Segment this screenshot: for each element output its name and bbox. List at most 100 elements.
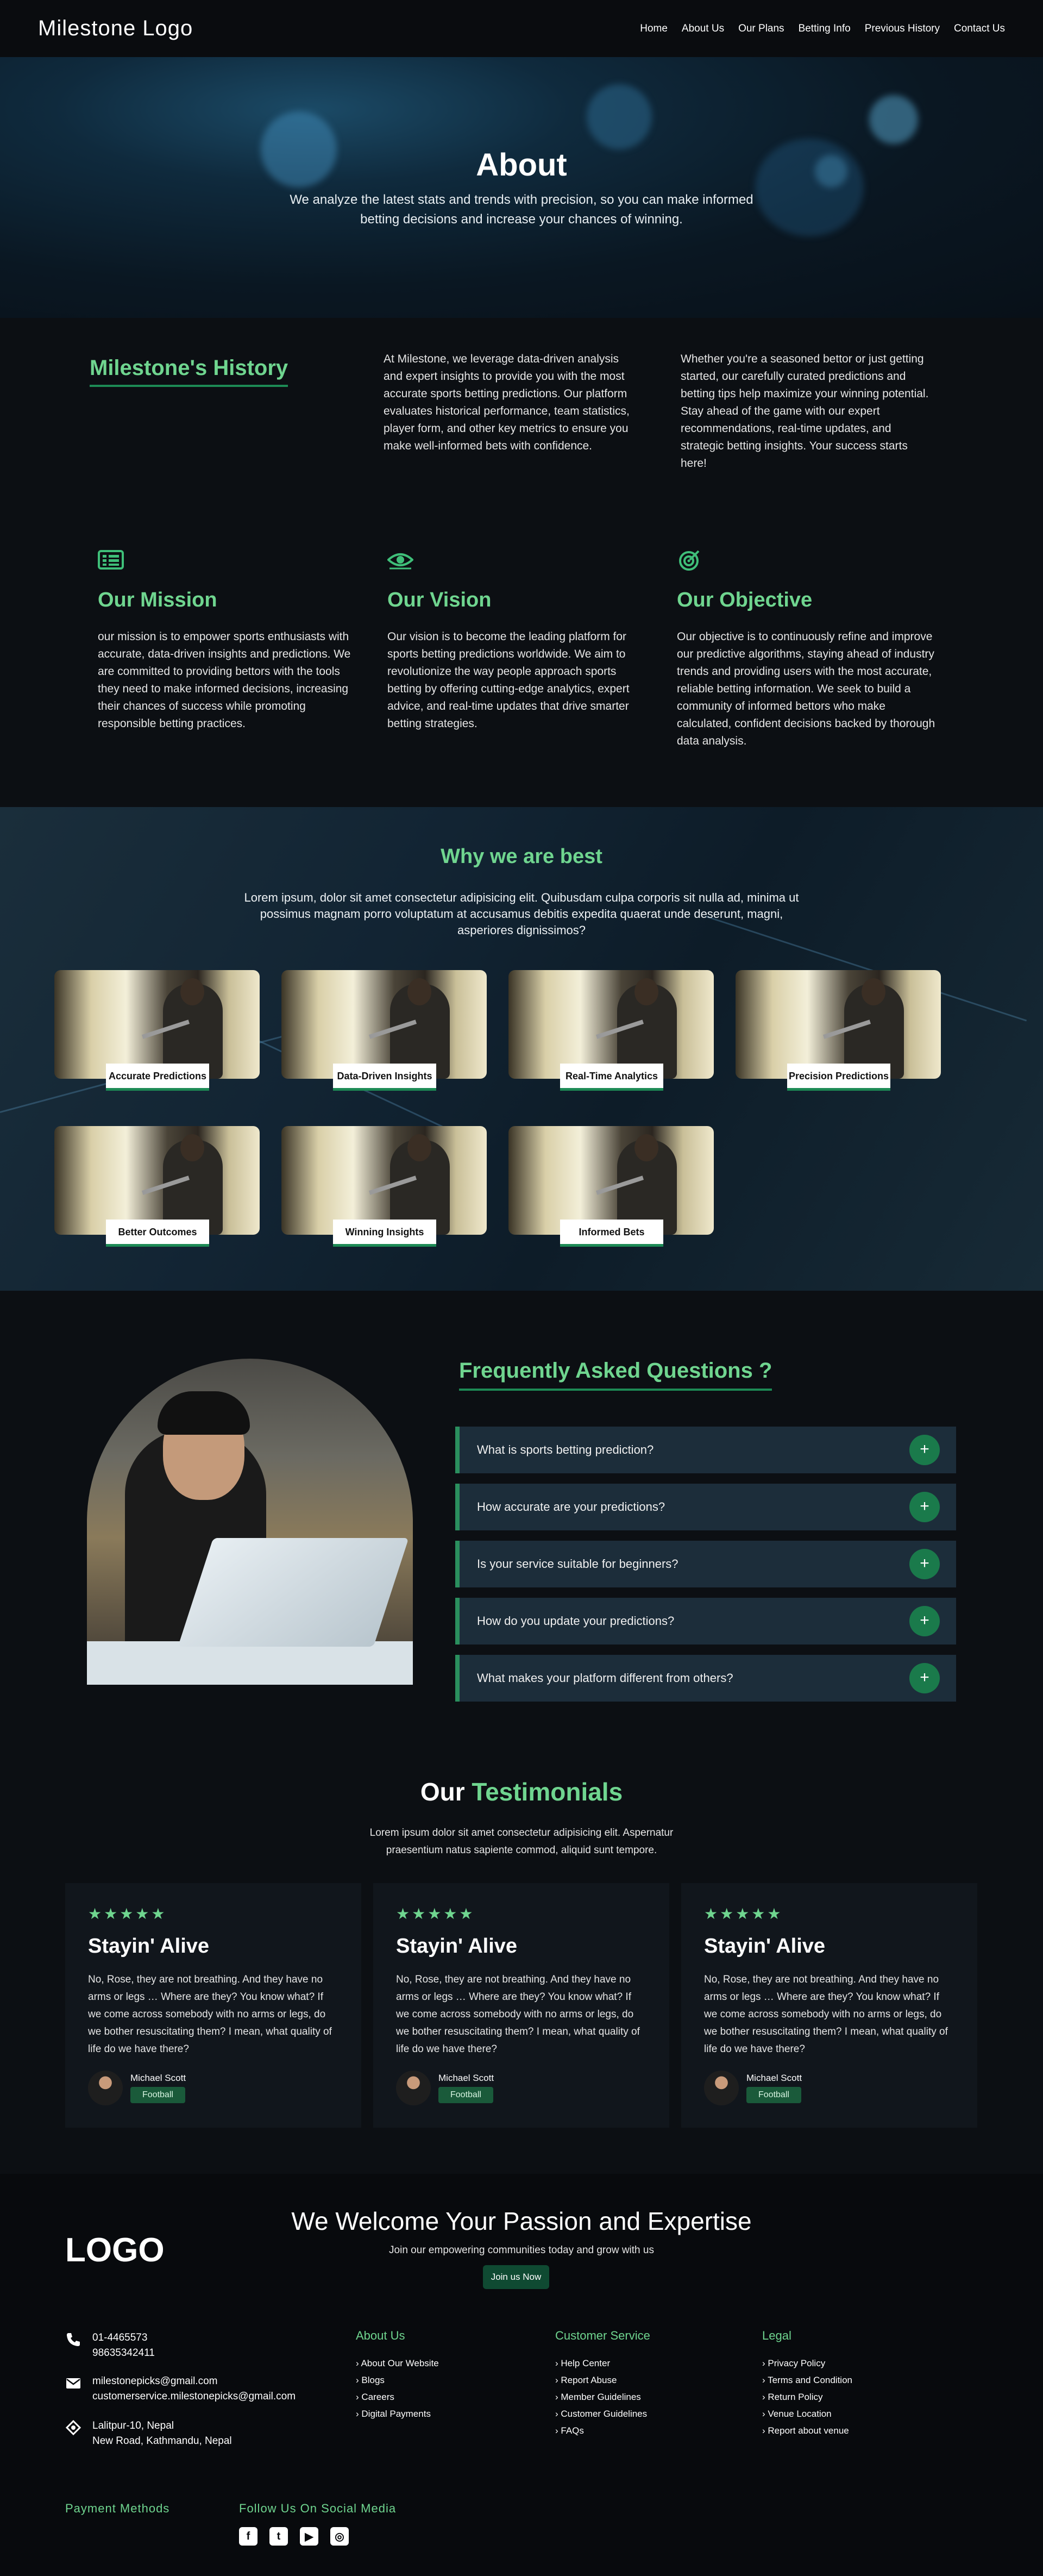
nav-link-contact-us[interactable]: Contact Us (954, 23, 1005, 35)
footer-column-title: Customer Service (555, 2329, 650, 2342)
nav-menu: Home About Us Our Plans Betting Info Pre… (640, 23, 1005, 35)
footer-link[interactable]: › Blogs (356, 2372, 439, 2389)
nav-link-our-plans[interactable]: Our Plans (738, 23, 784, 35)
history-section: Milestone's History At Milestone, we lev… (0, 318, 1043, 807)
feature-card[interactable]: Informed Bets (508, 1126, 714, 1247)
footer-column-title: About Us (356, 2329, 405, 2342)
feature-label: Informed Bets (560, 1220, 663, 1247)
avatar (396, 2071, 431, 2105)
why-title: Why we are best (441, 845, 602, 868)
plus-icon[interactable]: + (909, 1492, 940, 1522)
testimonial-text: No, Rose, they are not breathing. And th… (396, 1974, 640, 2055)
footer-link[interactable]: › Report Abuse (555, 2372, 650, 2389)
faq-question: Is your service suitable for beginners? (477, 1557, 678, 1571)
faq-question: How accurate are your predictions? (477, 1500, 665, 1514)
youtube-icon[interactable]: ▶ (300, 2527, 318, 2546)
twitter-icon[interactable]: t (269, 2527, 288, 2546)
hero-subtitle: We analyze the latest stats and trends w… (290, 192, 753, 227)
vision-title: Our Vision (387, 589, 492, 611)
footer-link[interactable]: › About Our Website (356, 2355, 439, 2372)
avatar (88, 2071, 123, 2105)
author-name: Michael Scott (438, 2073, 494, 2083)
objective-text: Our objective is to continuously refine … (677, 630, 935, 747)
hero-bokeh (869, 95, 918, 144)
faq-item[interactable]: Is your service suitable for beginners? … (455, 1541, 956, 1587)
category-badge: Football (746, 2087, 801, 2103)
address-line: Lalitpur-10, Nepal (92, 2420, 174, 2431)
title-plain: Our (420, 1778, 465, 1806)
email-address[interactable]: customerservice.milestonepicks@gmail.com (92, 2389, 296, 2404)
why-section: Why we are best Lorem ipsum, dolor sit a… (0, 807, 1043, 1291)
testimonials-section: Our Testimonials Lorem ipsum dolor sit a… (0, 1704, 1043, 2174)
feature-image (508, 970, 714, 1079)
hero-banner: About We analyze the latest stats and tr… (0, 57, 1043, 318)
faq-question: How do you update your predictions? (477, 1614, 675, 1628)
feature-image (736, 970, 941, 1079)
footer-link[interactable]: › Careers (356, 2389, 439, 2405)
footer-link[interactable]: › Help Center (555, 2355, 650, 2372)
feature-card[interactable]: Real-Time Analytics (508, 970, 714, 1091)
footer: LOGO We Welcome Your Passion and Experti… (0, 2174, 1043, 2576)
feature-label: Data-Driven Insights (333, 1064, 436, 1091)
feature-card[interactable]: Data-Driven Insights (281, 970, 487, 1091)
faq-item[interactable]: What makes your platform different from … (455, 1655, 956, 1702)
plus-icon[interactable]: + (909, 1549, 940, 1579)
faq-question: What makes your platform different from … (477, 1671, 733, 1685)
nav-link-about-us[interactable]: About Us (682, 23, 724, 35)
hero-title: About (476, 147, 567, 183)
why-text: Lorem ipsum, dolor sit amet consectetur … (244, 891, 799, 937)
faq-item[interactable]: How accurate are your predictions? + (455, 1484, 956, 1530)
objective-title: Our Objective (677, 589, 813, 611)
feature-card[interactable]: Precision Predictions (736, 970, 941, 1091)
footer-link[interactable]: › Customer Guidelines (555, 2405, 650, 2422)
feature-card[interactable]: Winning Insights (281, 1126, 487, 1247)
faq-photo (87, 1359, 413, 1685)
testimonial-author: Michael Scott Football (704, 2071, 802, 2105)
testimonial-author: Michael Scott Football (88, 2071, 186, 2105)
footer-link[interactable]: › FAQs (555, 2422, 650, 2439)
footer-link[interactable]: › Privacy Policy (762, 2355, 852, 2372)
testimonial-title: Stayin' Alive (88, 1935, 210, 1958)
star-rating-icon: ★★★★★ (704, 1905, 783, 1922)
plus-icon[interactable]: + (909, 1606, 940, 1636)
facebook-icon[interactable]: f (239, 2527, 257, 2546)
feature-label: Precision Predictions (787, 1064, 890, 1091)
footer-link[interactable]: › Member Guidelines (555, 2389, 650, 2405)
feature-image (281, 970, 487, 1079)
testimonials-title: Our Testimonials (0, 1777, 1043, 1806)
nav-link-betting-info[interactable]: Betting Info (799, 23, 851, 35)
testimonials-intro: Lorem ipsum dolor sit amet consectetur a… (369, 1827, 674, 1856)
footer-link[interactable]: › Return Policy (762, 2389, 852, 2405)
instagram-icon[interactable]: ◎ (330, 2527, 349, 2546)
footer-column-about: About Us › About Our Website › Blogs › C… (356, 2329, 439, 2422)
nav-link-previous-history[interactable]: Previous History (865, 23, 940, 35)
mail-icon (66, 2378, 80, 2389)
nav-link-home[interactable]: Home (640, 23, 668, 35)
faq-item[interactable]: How do you update your predictions? + (455, 1598, 956, 1645)
phone-icon (67, 2333, 80, 2346)
feature-card[interactable]: Better Outcomes (54, 1126, 260, 1247)
payment-methods-title: Payment Methods (65, 2502, 170, 2515)
site-logo[interactable]: Milestone Logo (38, 16, 193, 41)
footer-link[interactable]: › Venue Location (762, 2405, 852, 2422)
plus-icon[interactable]: + (909, 1663, 940, 1693)
footer-link[interactable]: › Report about venue (762, 2422, 852, 2439)
phone-number[interactable]: 98635342411 (92, 2346, 155, 2361)
join-button[interactable]: Join us Now (483, 2265, 549, 2289)
faq-item[interactable]: What is sports betting prediction? + (455, 1427, 956, 1473)
location-icon (65, 2419, 81, 2436)
mission-block: Our Mission our mission is to empower sp… (98, 549, 364, 733)
footer-link[interactable]: › Digital Payments (356, 2405, 439, 2422)
author-name: Michael Scott (130, 2073, 186, 2083)
feature-label: Real-Time Analytics (560, 1064, 663, 1091)
feature-image (54, 1126, 260, 1235)
plus-icon[interactable]: + (909, 1435, 940, 1465)
email-address[interactable]: milestonepicks@gmail.com (92, 2374, 296, 2389)
hero-bokeh (587, 84, 652, 149)
eye-icon (387, 553, 414, 570)
footer-link[interactable]: › Terms and Condition (762, 2372, 852, 2389)
title-accent: Testimonials (472, 1778, 623, 1806)
testimonial-author: Michael Scott Football (396, 2071, 494, 2105)
feature-card[interactable]: Accurate Predictions (54, 970, 260, 1091)
phone-number[interactable]: 01-4465573 (92, 2330, 155, 2346)
